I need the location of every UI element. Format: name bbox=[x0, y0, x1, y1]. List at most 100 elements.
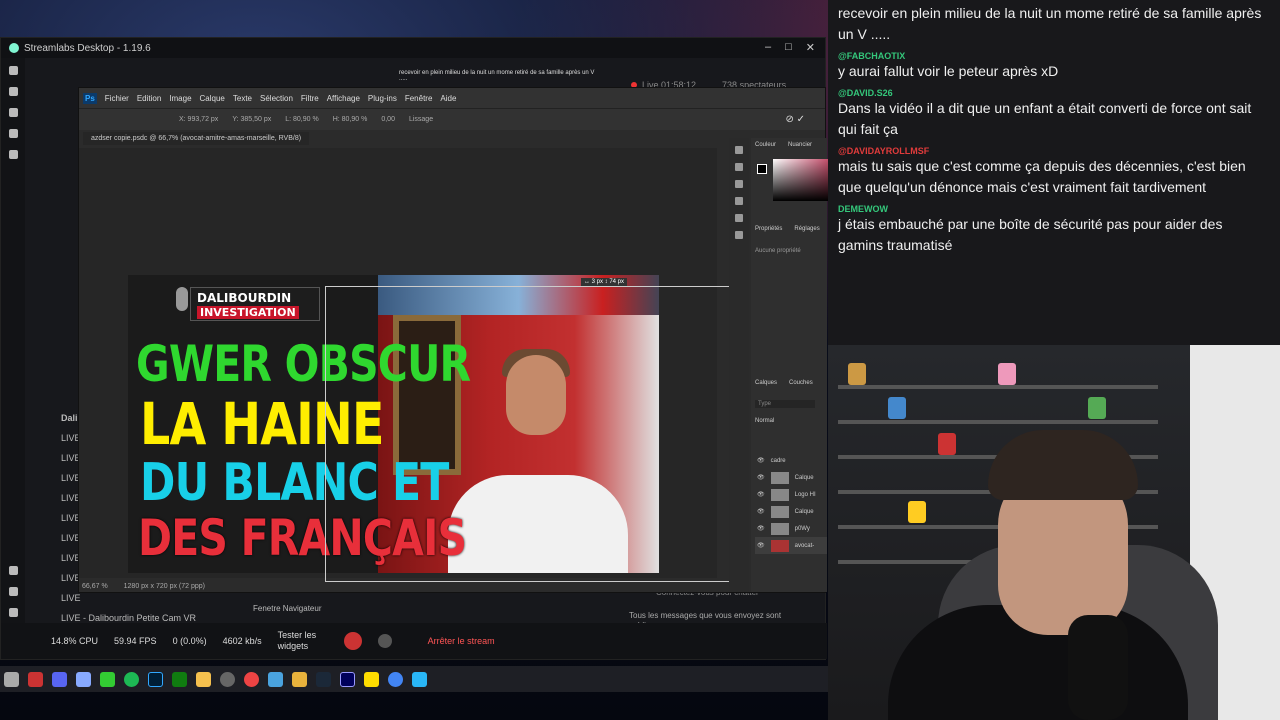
document-tab[interactable]: azdser copie.psdc @ 66,7% (avocat-amitre… bbox=[83, 132, 310, 145]
height-field[interactable]: H: 80,90 % bbox=[333, 116, 368, 123]
dropped-frames: 0 (0.0%) bbox=[172, 636, 207, 646]
notes-icon[interactable] bbox=[364, 671, 379, 687]
commit-icon[interactable]: ⊘ ✓ bbox=[785, 114, 805, 125]
menu-item[interactable]: Aide bbox=[440, 94, 456, 103]
folder2-icon[interactable] bbox=[292, 671, 307, 687]
chat-text: y aurai fallut voir le peteur après xD bbox=[838, 63, 1059, 79]
menu-item[interactable]: Filtre bbox=[301, 94, 319, 103]
comment-icon[interactable] bbox=[735, 163, 743, 171]
interpolation-select[interactable]: Lissage bbox=[409, 116, 433, 123]
layer-list: 👁 cadre 👁 Calque 👁 Logo HI 👁 Calque 👁 p0Wy 👁 a… bbox=[755, 452, 827, 554]
tab-swatches[interactable]: Nuancier bbox=[788, 142, 812, 148]
app2-icon[interactable] bbox=[412, 671, 427, 687]
menu-item[interactable]: Fenêtre bbox=[405, 94, 433, 103]
layer-row[interactable]: 👁 Logo HI bbox=[755, 486, 827, 503]
adjust-icon[interactable] bbox=[735, 180, 743, 188]
photoshop-window: Ps Fichier Edition Image Calque Texte Sé… bbox=[78, 87, 829, 593]
steam-icon[interactable] bbox=[316, 671, 331, 687]
xbox-gamebar-icon[interactable] bbox=[100, 671, 115, 687]
photos-icon[interactable] bbox=[268, 671, 283, 687]
layout-icon[interactable] bbox=[8, 566, 18, 575]
tab-adjustments[interactable]: Réglages bbox=[794, 226, 819, 232]
figure bbox=[888, 397, 906, 419]
layer-row[interactable]: 👁 Calque bbox=[755, 469, 827, 486]
canvas-area[interactable]: DALIBOURDIN INVESTIGATION GWER OBSCUR LA… bbox=[79, 148, 745, 582]
menu-item[interactable]: Plug-ins bbox=[368, 94, 397, 103]
premiere-icon[interactable] bbox=[340, 671, 355, 687]
title-bar: Streamlabs Desktop - 1.19.6 – □ ✕ bbox=[1, 38, 825, 58]
width-field[interactable]: L: 80,90 % bbox=[285, 116, 318, 123]
tools-icon[interactable] bbox=[8, 87, 18, 96]
preview-chat-text: recevoir en plein milieu de la nuit un m… bbox=[399, 70, 595, 82]
close-icon[interactable]: ✕ bbox=[806, 41, 815, 54]
webcam-feed bbox=[828, 345, 1280, 720]
paint-icon[interactable] bbox=[735, 197, 743, 205]
streamer-hair bbox=[988, 430, 1138, 500]
tab-properties[interactable]: Propriétés bbox=[755, 226, 782, 232]
layer-row-selected[interactable]: 👁 avocat- bbox=[755, 537, 827, 554]
fg-color-swatch[interactable] bbox=[757, 164, 767, 174]
angle-field[interactable]: 0,00 bbox=[381, 116, 395, 123]
doc-size: 1280 px x 720 px (72 ppp) bbox=[123, 583, 205, 590]
test-widgets-button[interactable]: Tester les widgets bbox=[278, 630, 328, 652]
chrome-icon[interactable] bbox=[244, 671, 259, 687]
app-icon[interactable] bbox=[28, 671, 43, 687]
replay-icon[interactable] bbox=[377, 634, 392, 648]
chrome2-icon[interactable] bbox=[388, 671, 403, 687]
photoshop-icon[interactable] bbox=[148, 671, 163, 687]
chat-text: recevoir en plein milieu de la nuit un m… bbox=[838, 5, 1262, 42]
chat-message: @DAVIDAYROLLMSF mais tu sais que c'est c… bbox=[828, 143, 1280, 201]
layer-row[interactable]: 👁 p0Wy bbox=[755, 520, 827, 537]
privacy-icon[interactable] bbox=[76, 671, 91, 687]
char-icon[interactable] bbox=[735, 214, 743, 222]
maximize-icon[interactable]: □ bbox=[785, 41, 792, 54]
transform-bounding-box[interactable] bbox=[325, 286, 745, 582]
menu-item[interactable]: Sélection bbox=[260, 94, 293, 103]
chat-text: j étais embauché par une boîte de sécuri… bbox=[838, 216, 1223, 253]
record-button[interactable] bbox=[343, 632, 362, 650]
explorer-icon[interactable] bbox=[196, 671, 211, 687]
minimize-icon[interactable]: – bbox=[765, 41, 771, 54]
blend-mode[interactable]: Normal bbox=[755, 418, 774, 424]
highlighter-icon[interactable] bbox=[8, 608, 18, 617]
streamlabs-logo-icon bbox=[9, 43, 19, 53]
tab-layers[interactable]: Calques bbox=[755, 380, 777, 386]
tab-channels[interactable]: Couches bbox=[789, 380, 813, 386]
menu-item[interactable]: Fichier bbox=[105, 94, 129, 103]
folder-icon[interactable] bbox=[4, 671, 19, 687]
menu-item[interactable]: Image bbox=[169, 94, 191, 103]
apps-icon[interactable] bbox=[8, 587, 18, 596]
stop-stream-button[interactable]: Arrêter le stream bbox=[428, 636, 495, 646]
chat-user: @DAVID.S26 bbox=[838, 88, 893, 98]
figure bbox=[1088, 397, 1106, 419]
status-bar: 66,67 % 1280 px x 720 px (72 ppp) bbox=[79, 583, 205, 590]
discord-icon[interactable] bbox=[52, 671, 67, 687]
studio-icon[interactable] bbox=[8, 66, 18, 75]
menu-item[interactable]: Texte bbox=[233, 94, 252, 103]
layer-group[interactable]: 👁 cadre bbox=[755, 452, 827, 469]
source-item[interactable]: Fenetre Navigateur bbox=[253, 604, 321, 613]
menu-item[interactable]: Edition bbox=[137, 94, 161, 103]
menu-item[interactable]: Affichage bbox=[327, 94, 360, 103]
bitrate: 4602 kb/s bbox=[222, 636, 262, 646]
y-field[interactable]: Y: 385,50 px bbox=[232, 116, 271, 123]
tab-color[interactable]: Couleur bbox=[755, 142, 776, 148]
spotify-icon[interactable] bbox=[124, 671, 139, 687]
window-title: Streamlabs Desktop - 1.19.6 bbox=[24, 42, 151, 54]
color-picker[interactable] bbox=[773, 159, 829, 201]
menu-item[interactable]: Calque bbox=[200, 94, 225, 103]
status-bar: 14.8% CPU 59.94 FPS 0 (0.0%) 4602 kb/s T… bbox=[1, 623, 827, 659]
layer-row[interactable]: 👁 Calque bbox=[755, 503, 827, 520]
x-field[interactable]: X: 993,72 px bbox=[179, 116, 218, 123]
para-icon[interactable] bbox=[735, 231, 743, 239]
dashboard-icon[interactable] bbox=[8, 129, 18, 138]
eye-icon: 👁 bbox=[757, 509, 765, 515]
zoom-level[interactable]: 66,67 % bbox=[82, 583, 108, 590]
xbox-icon[interactable] bbox=[172, 671, 187, 687]
layer-search[interactable]: Type bbox=[755, 400, 815, 408]
settings-icon[interactable] bbox=[220, 671, 235, 687]
history-icon[interactable] bbox=[735, 146, 743, 154]
store-icon[interactable] bbox=[8, 108, 18, 117]
record-icon[interactable] bbox=[8, 150, 18, 159]
chat-panel: recevoir en plein milieu de la nuit un m… bbox=[828, 0, 1280, 345]
